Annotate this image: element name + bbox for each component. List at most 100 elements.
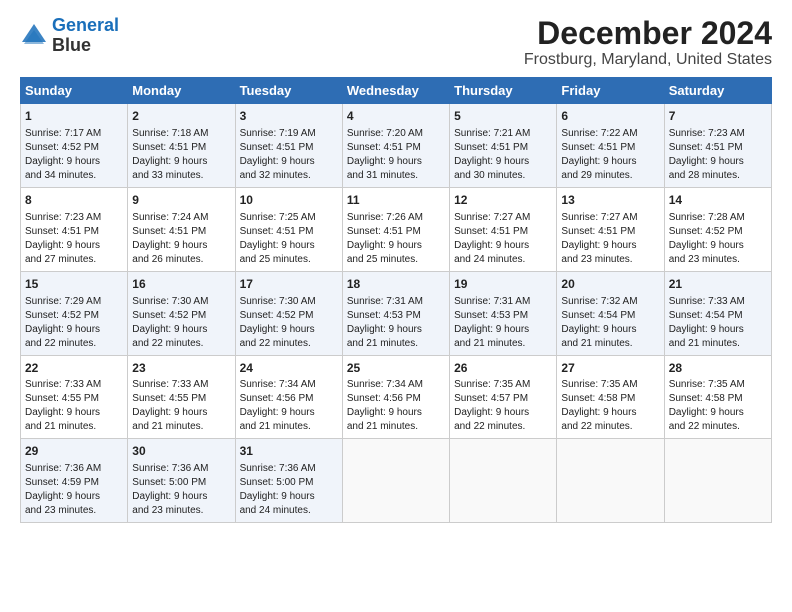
calendar-cell: 15Sunrise: 7:29 AMSunset: 4:52 PMDayligh… xyxy=(21,271,128,355)
day-number: 12 xyxy=(454,192,552,209)
cell-line: and 33 minutes. xyxy=(132,169,230,183)
cell-line: Sunset: 4:54 PM xyxy=(669,309,767,323)
cell-line: Sunset: 4:51 PM xyxy=(132,141,230,155)
cell-line: and 21 minutes. xyxy=(454,337,552,351)
cell-line: Sunset: 4:51 PM xyxy=(669,141,767,155)
calendar-table: SundayMondayTuesdayWednesdayThursdayFrid… xyxy=(20,77,772,523)
cell-line: Sunrise: 7:27 AM xyxy=(561,211,659,225)
cell-line: Sunset: 4:51 PM xyxy=(347,141,445,155)
cell-line: Sunset: 4:52 PM xyxy=(132,309,230,323)
day-number: 10 xyxy=(240,192,338,209)
calendar-cell: 19Sunrise: 7:31 AMSunset: 4:53 PMDayligh… xyxy=(450,271,557,355)
cell-line: Daylight: 9 hours xyxy=(669,155,767,169)
cell-line: Daylight: 9 hours xyxy=(25,155,123,169)
day-number: 14 xyxy=(669,192,767,209)
logo: GeneralBlue xyxy=(20,16,119,56)
cell-line: Daylight: 9 hours xyxy=(132,323,230,337)
calendar-cell xyxy=(557,439,664,523)
calendar-cell: 28Sunrise: 7:35 AMSunset: 4:58 PMDayligh… xyxy=(664,355,771,439)
day-number: 1 xyxy=(25,108,123,125)
col-header-friday: Friday xyxy=(557,78,664,104)
cell-line: Sunset: 4:51 PM xyxy=(561,225,659,239)
col-header-monday: Monday xyxy=(128,78,235,104)
day-number: 16 xyxy=(132,276,230,293)
cell-line: Daylight: 9 hours xyxy=(25,239,123,253)
day-number: 17 xyxy=(240,276,338,293)
cell-line: and 22 minutes. xyxy=(240,337,338,351)
cell-line: Daylight: 9 hours xyxy=(25,323,123,337)
page-subtitle: Frostburg, Maryland, United States xyxy=(524,51,772,69)
cell-line: Daylight: 9 hours xyxy=(454,155,552,169)
day-number: 24 xyxy=(240,360,338,377)
calendar-cell: 30Sunrise: 7:36 AMSunset: 5:00 PMDayligh… xyxy=(128,439,235,523)
cell-line: and 21 minutes. xyxy=(25,420,123,434)
calendar-cell: 16Sunrise: 7:30 AMSunset: 4:52 PMDayligh… xyxy=(128,271,235,355)
week-row-5: 29Sunrise: 7:36 AMSunset: 4:59 PMDayligh… xyxy=(21,439,772,523)
cell-line: and 22 minutes. xyxy=(561,420,659,434)
calendar-cell: 4Sunrise: 7:20 AMSunset: 4:51 PMDaylight… xyxy=(342,104,449,188)
cell-line: Sunset: 4:51 PM xyxy=(240,225,338,239)
col-header-saturday: Saturday xyxy=(664,78,771,104)
day-number: 6 xyxy=(561,108,659,125)
day-number: 4 xyxy=(347,108,445,125)
logo-icon xyxy=(20,22,48,50)
logo-text: GeneralBlue xyxy=(52,16,119,56)
cell-line: Daylight: 9 hours xyxy=(25,490,123,504)
page: GeneralBlue December 2024 Frostburg, Mar… xyxy=(0,0,792,533)
cell-line: Sunrise: 7:18 AM xyxy=(132,127,230,141)
calendar-cell xyxy=(664,439,771,523)
cell-line: Sunrise: 7:27 AM xyxy=(454,211,552,225)
cell-line: Sunset: 4:59 PM xyxy=(25,476,123,490)
cell-line: Sunrise: 7:33 AM xyxy=(25,378,123,392)
calendar-header-row: SundayMondayTuesdayWednesdayThursdayFrid… xyxy=(21,78,772,104)
cell-line: Daylight: 9 hours xyxy=(132,406,230,420)
calendar-cell: 5Sunrise: 7:21 AMSunset: 4:51 PMDaylight… xyxy=(450,104,557,188)
calendar-cell: 14Sunrise: 7:28 AMSunset: 4:52 PMDayligh… xyxy=(664,187,771,271)
header: GeneralBlue December 2024 Frostburg, Mar… xyxy=(20,16,772,69)
col-header-wednesday: Wednesday xyxy=(342,78,449,104)
day-number: 7 xyxy=(669,108,767,125)
day-number: 30 xyxy=(132,443,230,460)
calendar-cell xyxy=(450,439,557,523)
cell-line: Sunset: 4:51 PM xyxy=(25,225,123,239)
cell-line: and 21 minutes. xyxy=(240,420,338,434)
cell-line: and 22 minutes. xyxy=(669,420,767,434)
calendar-cell: 17Sunrise: 7:30 AMSunset: 4:52 PMDayligh… xyxy=(235,271,342,355)
cell-line: Sunrise: 7:19 AM xyxy=(240,127,338,141)
cell-line: Daylight: 9 hours xyxy=(454,239,552,253)
day-number: 13 xyxy=(561,192,659,209)
calendar-cell: 10Sunrise: 7:25 AMSunset: 4:51 PMDayligh… xyxy=(235,187,342,271)
cell-line: Sunrise: 7:21 AM xyxy=(454,127,552,141)
cell-line: Daylight: 9 hours xyxy=(132,490,230,504)
day-number: 19 xyxy=(454,276,552,293)
cell-line: Daylight: 9 hours xyxy=(561,406,659,420)
cell-line: Sunset: 4:51 PM xyxy=(454,225,552,239)
cell-line: and 21 minutes. xyxy=(561,337,659,351)
calendar-cell: 7Sunrise: 7:23 AMSunset: 4:51 PMDaylight… xyxy=(664,104,771,188)
cell-line: Daylight: 9 hours xyxy=(347,406,445,420)
cell-line: Daylight: 9 hours xyxy=(561,323,659,337)
cell-line: Daylight: 9 hours xyxy=(669,406,767,420)
day-number: 3 xyxy=(240,108,338,125)
calendar-cell: 6Sunrise: 7:22 AMSunset: 4:51 PMDaylight… xyxy=(557,104,664,188)
cell-line: Daylight: 9 hours xyxy=(240,406,338,420)
cell-line: and 21 minutes. xyxy=(132,420,230,434)
cell-line: and 21 minutes. xyxy=(347,337,445,351)
cell-line: Sunset: 4:53 PM xyxy=(454,309,552,323)
calendar-cell: 27Sunrise: 7:35 AMSunset: 4:58 PMDayligh… xyxy=(557,355,664,439)
cell-line: Sunrise: 7:31 AM xyxy=(454,295,552,309)
page-title: December 2024 xyxy=(524,16,772,51)
cell-line: and 23 minutes. xyxy=(132,504,230,518)
cell-line: and 34 minutes. xyxy=(25,169,123,183)
cell-line: Sunset: 4:51 PM xyxy=(561,141,659,155)
cell-line: Daylight: 9 hours xyxy=(240,490,338,504)
cell-line: Sunrise: 7:36 AM xyxy=(132,462,230,476)
day-number: 29 xyxy=(25,443,123,460)
cell-line: Sunrise: 7:22 AM xyxy=(561,127,659,141)
cell-line: and 22 minutes. xyxy=(132,337,230,351)
calendar-cell: 11Sunrise: 7:26 AMSunset: 4:51 PMDayligh… xyxy=(342,187,449,271)
col-header-tuesday: Tuesday xyxy=(235,78,342,104)
cell-line: Daylight: 9 hours xyxy=(132,155,230,169)
cell-line: Sunrise: 7:34 AM xyxy=(240,378,338,392)
day-number: 2 xyxy=(132,108,230,125)
